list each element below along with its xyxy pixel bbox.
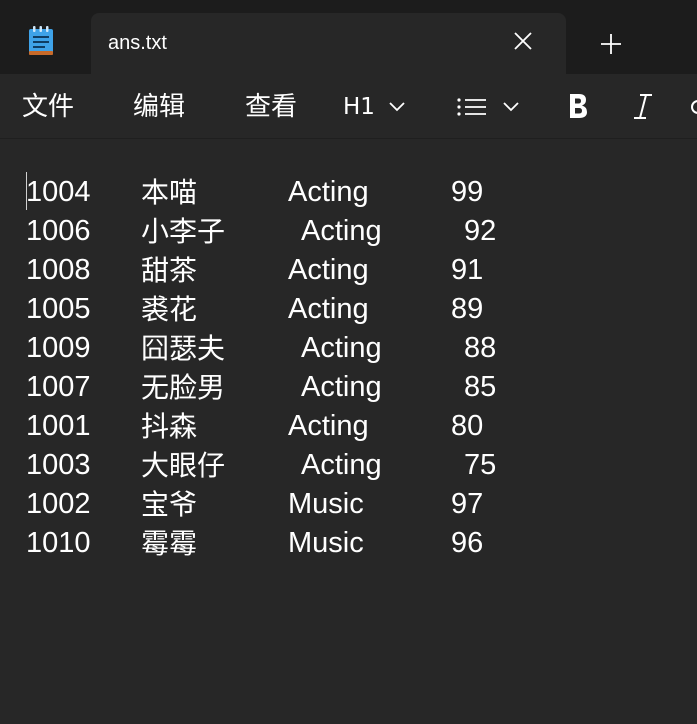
line-score: 75	[464, 449, 497, 481]
text-line: 1009 囧瑟夫 Acting 88	[0, 329, 496, 368]
notepad-icon	[29, 26, 53, 55]
line-dept: Acting	[288, 176, 369, 208]
text-line: 1008 甜茶 Acting 91	[0, 251, 483, 290]
text-line: 1010 霉霉 Music 96	[0, 524, 483, 563]
line-dept: Acting	[301, 371, 382, 403]
title-bar: ans.txt	[0, 0, 697, 74]
line-dept: Acting	[288, 254, 369, 286]
bold-icon[interactable]	[566, 91, 590, 121]
line-name: 霉霉	[141, 527, 198, 560]
text-line: 1002 宝爷 Music 97	[0, 485, 483, 524]
line-name: 裘花	[141, 293, 198, 326]
menu-edit[interactable]: 编辑	[133, 90, 185, 124]
plus-icon[interactable]	[599, 32, 623, 56]
tab-title: ans.txt	[108, 32, 167, 54]
line-dept: Acting	[288, 410, 369, 442]
line-dept: Music	[288, 488, 364, 520]
text-line: 1007 无脸男 Acting 85	[0, 368, 496, 407]
line-id: 1009	[26, 332, 91, 364]
line-score: 96	[451, 527, 484, 559]
line-id: 1010	[26, 527, 91, 559]
line-score: 99	[451, 176, 484, 208]
line-dept: Acting	[301, 449, 382, 481]
line-score: 85	[464, 371, 497, 403]
line-score: 80	[451, 410, 484, 442]
line-id: 1005	[26, 293, 91, 325]
line-id: 1001	[26, 410, 91, 442]
line-score: 92	[464, 215, 497, 247]
line-name: 宝爷	[141, 488, 198, 521]
chevron-down-icon	[389, 102, 405, 112]
bulleted-list-icon	[457, 98, 486, 116]
line-id: 1006	[26, 215, 91, 247]
chevron-down-icon	[503, 102, 519, 112]
text-line: 1005 裘花 Acting 89	[0, 290, 483, 329]
line-id: 1002	[26, 488, 91, 520]
line-name: 囧瑟夫	[141, 332, 226, 365]
italic-icon[interactable]	[630, 91, 656, 121]
line-id: 1004	[26, 176, 91, 208]
line-dept: Acting	[301, 332, 382, 364]
tab-ans-txt[interactable]: ans.txt	[91, 13, 566, 74]
line-score: 89	[451, 293, 484, 325]
overflow-icon[interactable]	[688, 95, 697, 121]
menu-view[interactable]: 查看	[245, 90, 297, 124]
menu-toolbar: 文件 编辑 查看 H1	[0, 74, 697, 139]
text-line: 1004 本喵 Acting 99	[0, 173, 483, 212]
line-dept: Acting	[301, 215, 382, 247]
list-dropdown[interactable]	[457, 91, 519, 123]
heading-dropdown[interactable]: H1	[343, 91, 405, 123]
line-dept: Acting	[288, 293, 369, 325]
line-name: 大眼仔	[141, 449, 226, 482]
line-name: 小李子	[141, 215, 226, 248]
line-name: 本喵	[141, 176, 198, 209]
line-score: 97	[451, 488, 484, 520]
line-id: 1007	[26, 371, 91, 403]
text-line: 1001 抖森 Acting 80	[0, 407, 483, 446]
line-dept: Music	[288, 527, 364, 559]
heading-label: H1	[343, 94, 375, 120]
line-score: 88	[464, 332, 497, 364]
line-name: 甜茶	[141, 254, 198, 287]
line-score: 91	[451, 254, 484, 286]
line-id: 1008	[26, 254, 91, 286]
close-icon[interactable]	[511, 29, 535, 53]
menu-file[interactable]: 文件	[22, 90, 74, 124]
text-line: 1003 大眼仔 Acting 75	[0, 446, 496, 485]
text-line: 1006 小李子 Acting 92	[0, 212, 496, 251]
line-name: 无脸男	[141, 371, 226, 404]
line-name: 抖森	[141, 410, 198, 443]
line-id: 1003	[26, 449, 91, 481]
